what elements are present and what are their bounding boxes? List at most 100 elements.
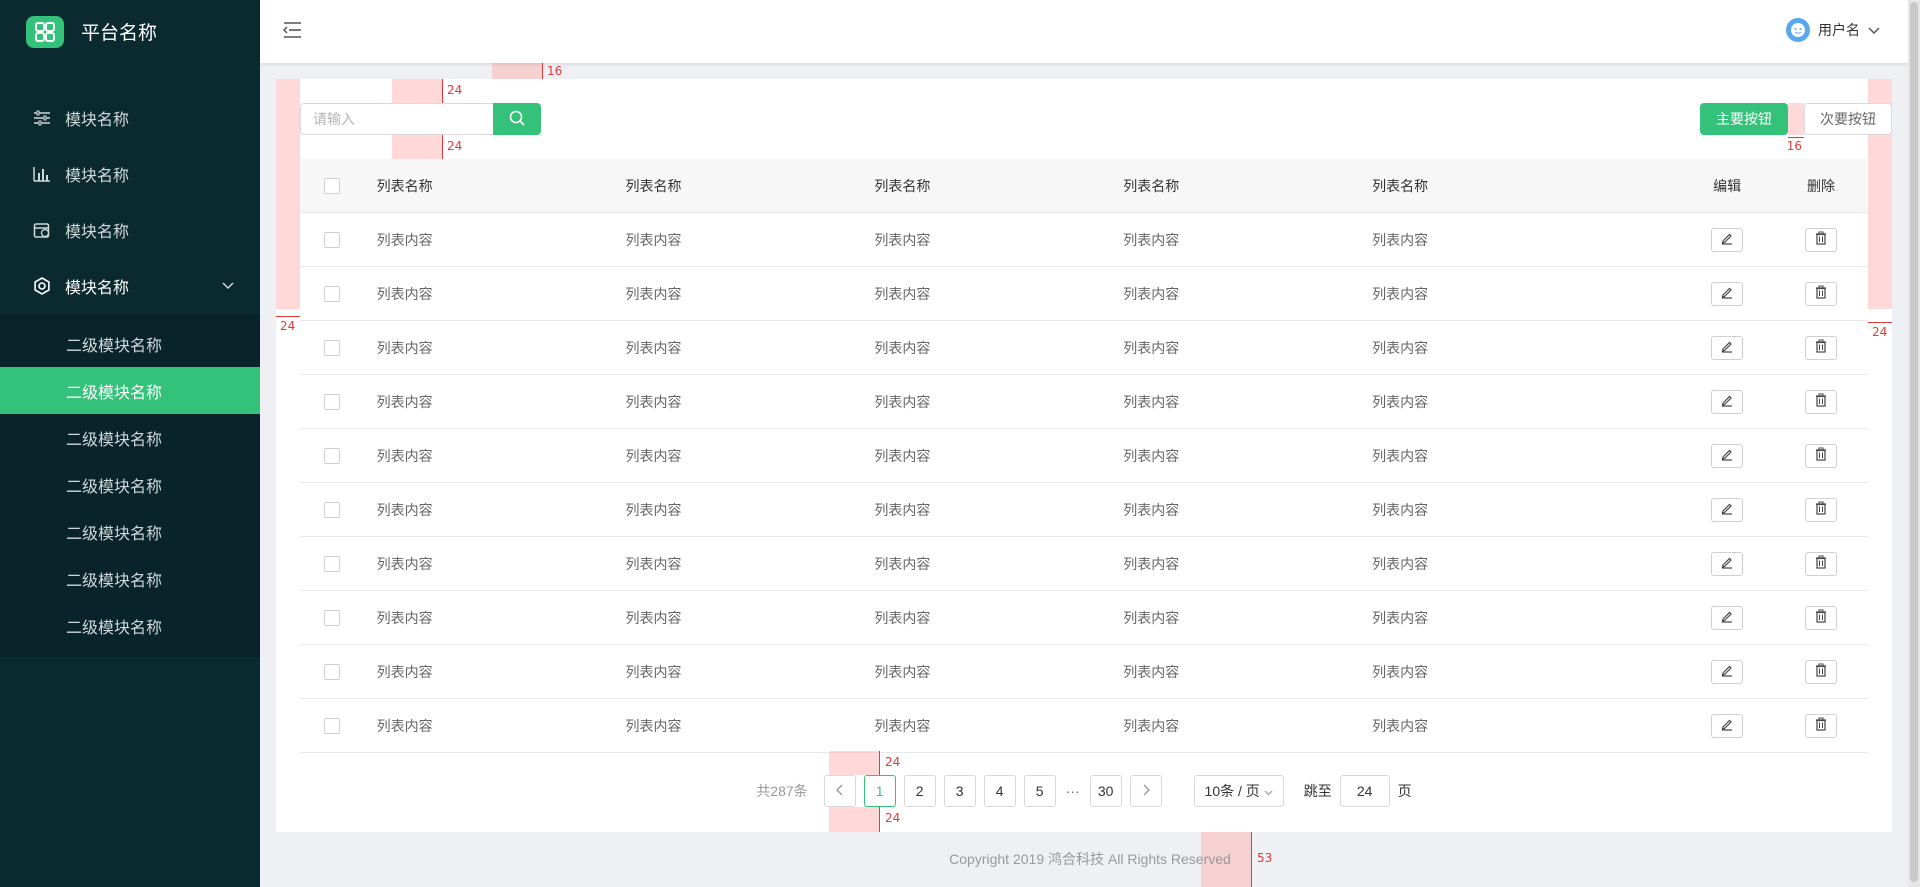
delete-button[interactable] [1805, 605, 1838, 630]
page-ellipsis[interactable]: ··· [1064, 783, 1082, 799]
edit-button[interactable] [1711, 659, 1744, 684]
edit-button[interactable] [1711, 335, 1744, 360]
table-cell: 列表内容 [376, 447, 433, 464]
top-header: 用户名 [260, 0, 1920, 63]
search-input[interactable] [313, 111, 481, 127]
row-checkbox[interactable] [324, 231, 340, 248]
table-cell: 列表内容 [1123, 717, 1180, 734]
delete-button[interactable] [1805, 281, 1838, 306]
table-cell: 列表内容 [625, 663, 682, 680]
table-cell: 列表内容 [625, 339, 682, 356]
platform-name: 平台名称 [81, 23, 158, 44]
row-select-cell [300, 501, 377, 518]
delete-button[interactable] [1805, 227, 1838, 252]
row-checkbox[interactable] [324, 609, 340, 626]
column-header-delete: 删除 [1807, 177, 1836, 194]
table-body: 列表内容 列表内容 列表内容 列表内容 列表内容 列表内容 列表内容 列表内容 列表内容 列表内容… [300, 213, 1868, 753]
page-button-last[interactable]: 30 [1089, 775, 1122, 807]
sidebar-item-module-4[interactable]: 模块名称 [0, 258, 260, 314]
edit-button[interactable] [1711, 551, 1744, 576]
submenu-item-active[interactable]: 二级模块名称 [0, 367, 260, 414]
page-button[interactable]: 2 [903, 775, 936, 807]
edit-button[interactable] [1711, 713, 1744, 738]
jump-label: 跳至 [1303, 783, 1332, 799]
edit-button[interactable] [1711, 497, 1744, 522]
delete-button[interactable] [1805, 335, 1838, 360]
row-checkbox[interactable] [324, 717, 340, 734]
column-header[interactable]: 列表名称 [377, 176, 626, 196]
submenu-item[interactable]: 二级模块名称 [0, 414, 260, 461]
column-header[interactable]: 列表名称 [1123, 176, 1372, 196]
table-cell: 列表内容 [1123, 231, 1180, 248]
menu-toggle-icon[interactable] [282, 21, 302, 39]
search-button[interactable] [493, 103, 541, 135]
edit-button[interactable] [1711, 227, 1744, 252]
delete-button[interactable] [1805, 443, 1838, 468]
table-cell: 列表内容 [1123, 501, 1180, 518]
sidebar-item-module-3[interactable]: 模块名称 [0, 202, 260, 258]
user-name: 用户名 [1818, 22, 1860, 38]
prev-page-button[interactable] [823, 775, 856, 807]
submenu-item[interactable]: 二级模块名称 [0, 555, 260, 602]
next-page-button[interactable] [1129, 775, 1162, 807]
table-cell: 列表内容 [874, 231, 931, 248]
calendar-icon [33, 221, 51, 239]
sidebar-item-module-1[interactable]: 模块名称 [0, 90, 260, 146]
delete-button[interactable] [1805, 497, 1838, 522]
submenu-item[interactable]: 二级模块名称 [0, 461, 260, 508]
delete-cell [1774, 551, 1868, 576]
jump-page-input[interactable]: 24 [1339, 775, 1390, 807]
spacing-marker [276, 79, 300, 309]
table-cell: 列表内容 [1372, 339, 1429, 356]
edit-button[interactable] [1711, 443, 1744, 468]
spacing-label: 24 [280, 319, 296, 333]
row-checkbox[interactable] [324, 447, 340, 464]
spacing-line [442, 79, 443, 103]
edit-button[interactable] [1711, 281, 1744, 306]
page-size-select[interactable]: 10条 / 页 [1193, 775, 1284, 807]
secondary-button[interactable]: 次要按钮 [1804, 103, 1892, 135]
delete-button[interactable] [1805, 713, 1838, 738]
column-header[interactable]: 列表名称 [625, 176, 874, 196]
edit-button[interactable] [1711, 389, 1744, 414]
table-cell: 列表内容 [1372, 555, 1429, 572]
row-checkbox[interactable] [324, 339, 340, 356]
scrollbar[interactable] [1908, 0, 1920, 887]
scrollbar-thumb[interactable] [1910, 2, 1918, 882]
select-all-checkbox[interactable] [324, 177, 340, 194]
row-checkbox[interactable] [324, 663, 340, 680]
delete-button[interactable] [1805, 389, 1838, 414]
table-row: 列表内容 列表内容 列表内容 列表内容 列表内容 [300, 213, 1868, 267]
spacing-label: 16 [1786, 139, 1802, 153]
chevron-down-icon [222, 277, 234, 295]
row-checkbox[interactable] [324, 393, 340, 410]
row-checkbox[interactable] [324, 285, 340, 302]
row-checkbox[interactable] [324, 501, 340, 518]
row-checkbox[interactable] [324, 555, 340, 572]
column-header[interactable]: 列表名称 [874, 176, 1123, 196]
user-menu[interactable]: 用户名 [1786, 18, 1880, 42]
delete-button[interactable] [1805, 551, 1838, 576]
row-select-cell [300, 447, 377, 464]
page-button-current[interactable]: 1 [863, 775, 896, 807]
delete-button[interactable] [1805, 659, 1838, 684]
page-button[interactable]: 5 [1023, 775, 1056, 807]
table-cell: 列表内容 [1123, 339, 1180, 356]
edit-icon [1720, 447, 1734, 464]
table-cell: 列表内容 [376, 501, 433, 518]
trash-icon [1814, 285, 1828, 302]
submenu-item[interactable]: 二级模块名称 [0, 602, 260, 649]
table-cell: 列表内容 [625, 393, 682, 410]
page-button[interactable]: 3 [943, 775, 976, 807]
edit-button[interactable] [1711, 605, 1744, 630]
sidebar-item-module-2[interactable]: 模块名称 [0, 146, 260, 202]
page-button[interactable]: 4 [983, 775, 1016, 807]
sidebar-item-label: 模块名称 [65, 112, 130, 129]
spacing-label: 24 [447, 139, 463, 153]
submenu-item[interactable]: 二级模块名称 [0, 508, 260, 555]
submenu-item[interactable]: 二级模块名称 [0, 320, 260, 367]
table-cell: 列表内容 [376, 555, 433, 572]
gear-icon [33, 277, 51, 295]
primary-button[interactable]: 主要按钮 [1700, 103, 1788, 135]
column-header[interactable]: 列表名称 [1372, 176, 1621, 196]
